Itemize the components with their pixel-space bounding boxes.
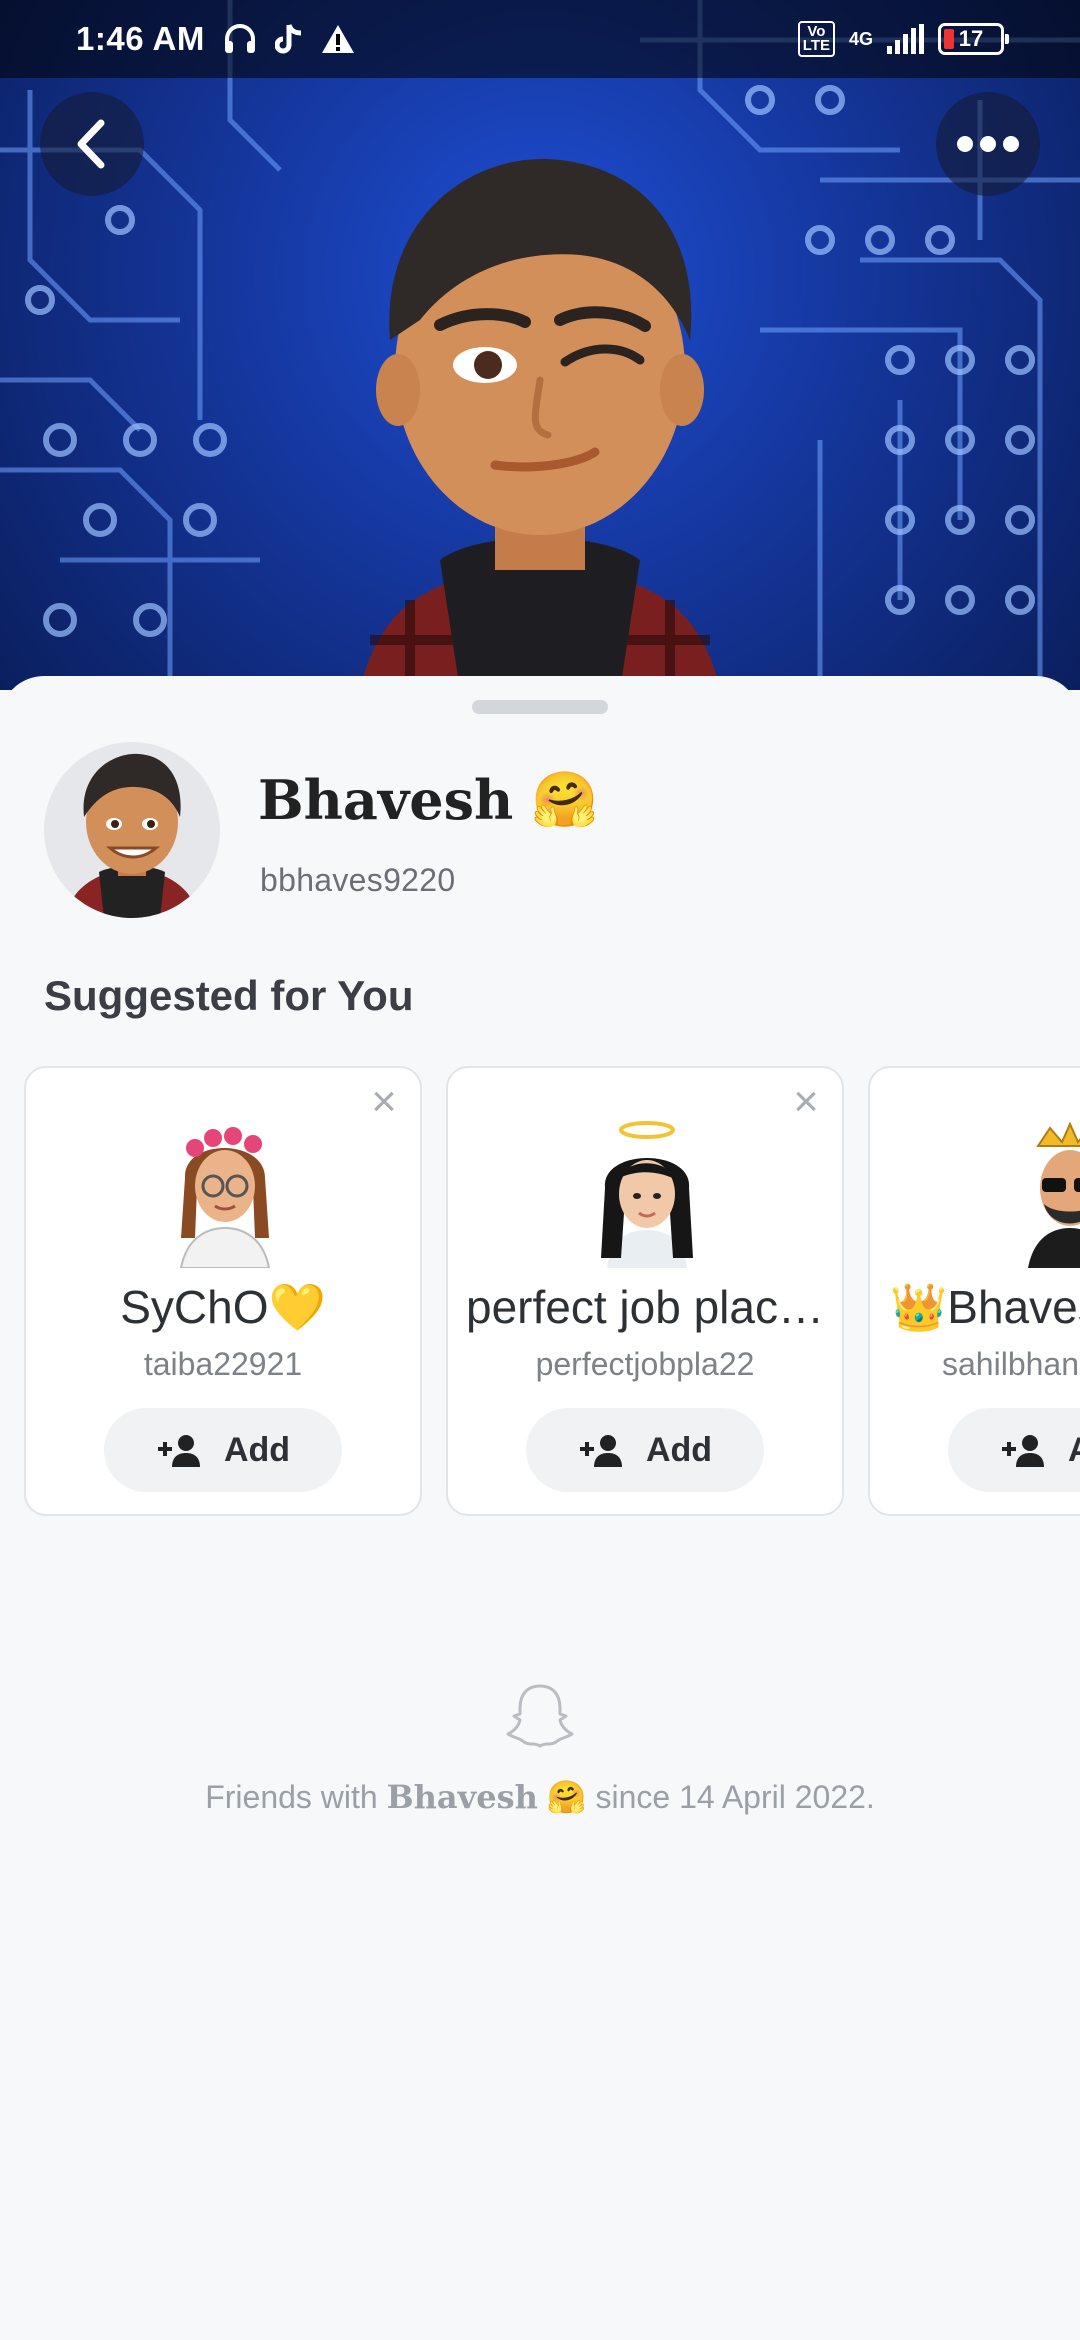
back-button[interactable]: [40, 92, 144, 196]
status-notification-icons: [223, 23, 355, 55]
friend-bitmoji-avatar: [1028, 1121, 1080, 1268]
network-type: 4G: [848, 28, 873, 49]
profile-bitmoji-icon: [64, 753, 200, 918]
add-friend-button[interactable]: Add: [526, 1408, 764, 1492]
add-friend-icon: [157, 1435, 200, 1467]
suggested-friend-card[interactable]: × SyChO💛 taiba22921 Add: [24, 1066, 422, 1516]
dismiss-suggestion-button[interactable]: ×: [784, 1080, 828, 1126]
friend-username: perfectjobpla22: [535, 1346, 755, 1382]
friend-display-name: perfect job plac…: [466, 1281, 824, 1333]
suggested-friend-card[interactable]: 👑Bhaves sahilbhan A: [868, 1066, 1080, 1516]
profile-username: bbhaves9220: [260, 862, 456, 898]
suggested-section-title: Suggested for You: [44, 972, 414, 1019]
sheet-grabber-handle[interactable]: [472, 700, 608, 714]
tiktok-icon: [274, 24, 301, 54]
friend-display-name: SyChO💛: [120, 1281, 326, 1333]
suggested-friend-card[interactable]: × perfect job plac… perfectjobpla22 Add: [446, 1066, 844, 1516]
dismiss-suggestion-button[interactable]: ×: [362, 1080, 406, 1126]
add-friend-button[interactable]: Add: [104, 1408, 342, 1492]
warning-icon: [321, 25, 354, 53]
friend-display-name: 👑Bhaves: [890, 1281, 1080, 1333]
add-button-label: Add: [223, 1430, 291, 1469]
friend-username: taiba22921: [143, 1346, 303, 1382]
friend-bitmoji-avatar: [179, 1127, 271, 1268]
add-button-label: A: [1068, 1431, 1080, 1470]
close-icon: ×: [371, 1077, 397, 1126]
friend-bitmoji-avatar: [601, 1121, 693, 1268]
add-friend-icon: [1002, 1435, 1044, 1467]
snapchat-ghost-icon: [506, 1684, 574, 1748]
hero-bitmoji-avatar: [360, 159, 720, 690]
chevron-left-icon: [77, 119, 105, 169]
volte-indicator: Vo LTE: [797, 21, 835, 57]
profile-avatar[interactable]: [44, 742, 220, 918]
battery-icon: 17: [938, 23, 1009, 55]
add-button-label: Add: [645, 1430, 713, 1469]
add-friend-icon: [579, 1435, 622, 1467]
headphones-icon: [224, 24, 255, 53]
profile-hero-banner: 1:46 AM Vo LTE 4G 17: [0, 0, 1080, 690]
friend-name: Bhavesh: [386, 1778, 538, 1816]
more-options-button[interactable]: [936, 92, 1040, 196]
profile-sheet: Bhavesh 🤗 bbhaves9220 Suggested for You …: [0, 676, 1080, 2340]
battery-level: 17: [958, 26, 984, 51]
more-horizontal-icon: [957, 136, 1019, 152]
profile-display-name: Bhavesh 🤗: [258, 768, 599, 832]
friend-emoji: 🤗: [546, 1779, 587, 1815]
status-time: 1:46 AM: [76, 20, 205, 57]
display-name-emoji: 🤗: [531, 768, 599, 831]
suggested-friends-carousel[interactable]: × SyChO💛 taiba22921 Add × perfect job pl…: [24, 1066, 1080, 1516]
display-name-text: Bhavesh: [258, 768, 514, 832]
close-icon: ×: [793, 1077, 819, 1126]
friend-username: sahilbhan: [942, 1346, 1079, 1382]
friendship-since-text: Friends with Bhavesh 🤗 since 14 April 20…: [205, 1778, 875, 1816]
signal-strength-icon: [887, 24, 924, 54]
add-friend-button[interactable]: A: [948, 1408, 1080, 1492]
status-bar: 1:46 AM Vo LTE 4G 17: [0, 0, 1080, 78]
